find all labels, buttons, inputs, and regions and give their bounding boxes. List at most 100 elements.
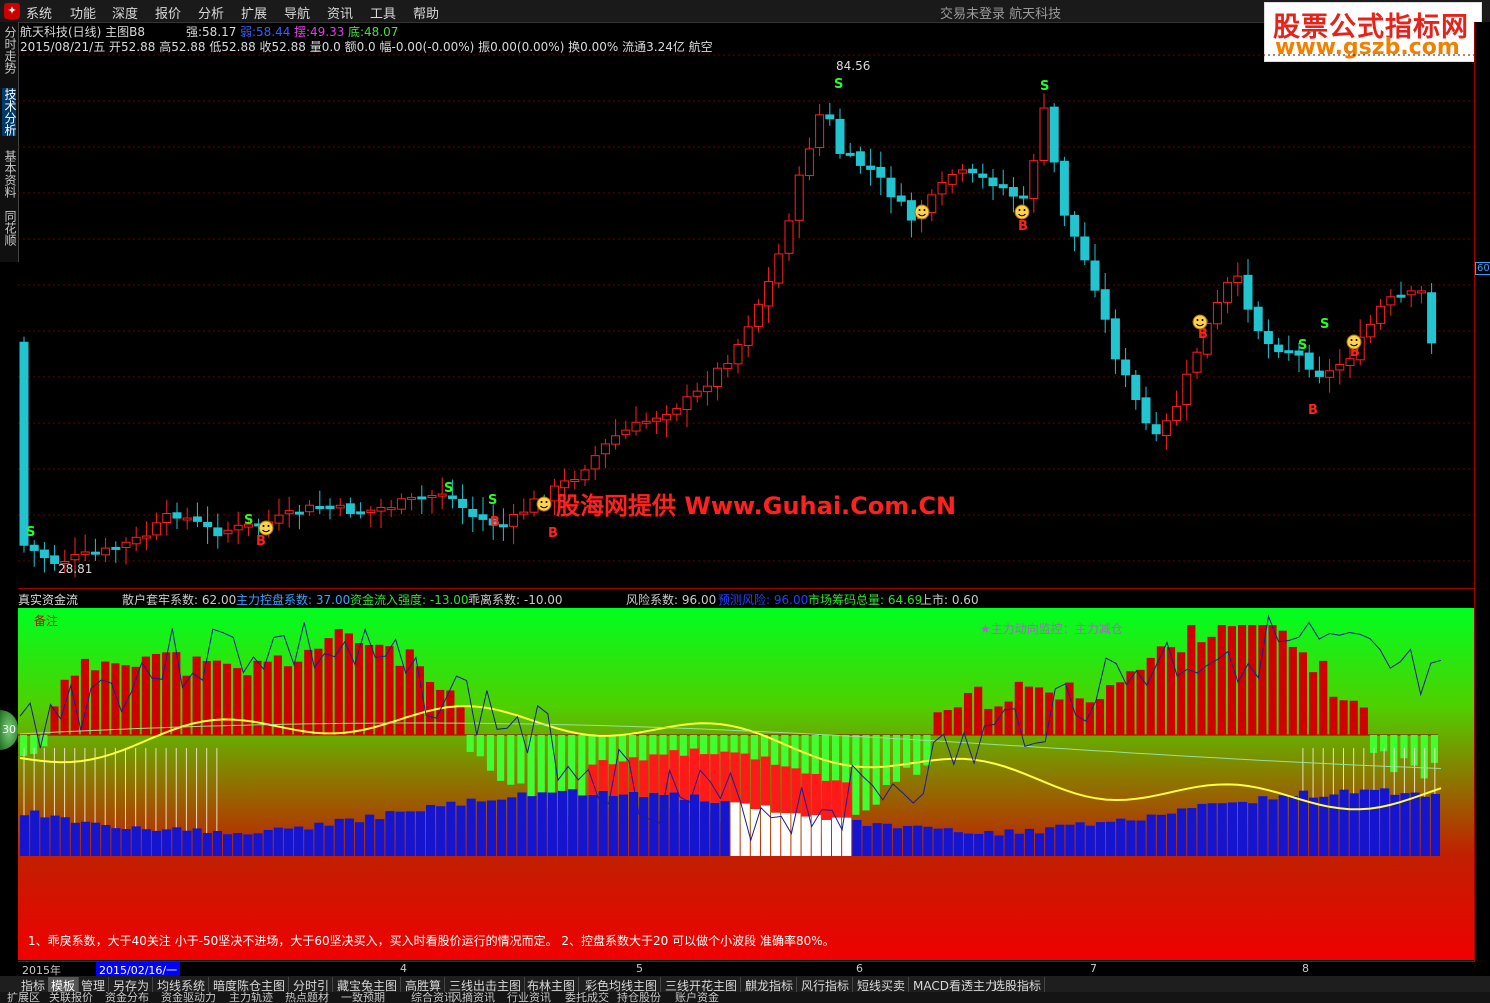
outflow-bar — [476, 735, 484, 757]
candle-body — [611, 435, 621, 445]
menu-item-8[interactable]: 工具 — [370, 3, 396, 22]
menu-item-6[interactable]: 导航 — [284, 3, 310, 22]
menu-item-4[interactable]: 分析 — [198, 3, 224, 22]
menu-item-7[interactable]: 资讯 — [327, 3, 353, 22]
sub-metric-label: 上市: — [920, 593, 952, 607]
side-tab-intraday[interactable]: 分时走势 — [2, 26, 17, 74]
bottom-tab-8[interactable]: 风摘资讯 — [448, 992, 498, 1003]
inflow-bar — [344, 633, 353, 735]
smiley-icon — [258, 520, 274, 536]
bottom-tab-3[interactable]: 资金驱动力 — [158, 992, 219, 1003]
zoom-circle-badge[interactable]: 30 — [0, 710, 18, 750]
side-tab-tonghuashun[interactable]: 同花顺 — [2, 210, 17, 246]
menu-item-0[interactable]: 系统 — [26, 3, 52, 22]
holding-bar — [639, 796, 649, 856]
bottom-tab-0[interactable]: 扩展区 — [4, 992, 43, 1003]
holding-bar — [852, 819, 862, 856]
menu-item-1[interactable]: 功能 — [70, 3, 96, 22]
date-axis-month-may: 5 — [636, 962, 643, 975]
candle-body — [662, 414, 672, 421]
holding-bar — [1410, 792, 1420, 856]
holding-bar — [1116, 818, 1126, 856]
candle-body — [519, 511, 529, 515]
candle-body — [723, 363, 733, 370]
date-axis[interactable]: 2015年 2015/02/16/一 4 5 6 7 8 — [18, 961, 1474, 978]
bottom-tab-6[interactable]: 一致预期 — [338, 992, 388, 1003]
holding-bar — [101, 825, 111, 856]
outflow-bar — [862, 735, 870, 811]
bottom-tab-12[interactable]: 账户资金 — [672, 992, 722, 1003]
holding-bar — [497, 799, 507, 856]
sub-metric-label: 主力控盘系数: — [236, 593, 316, 607]
sub-indicator-name: 真实资金流 — [18, 593, 79, 607]
menu-item-5[interactable]: 扩展 — [241, 3, 267, 22]
inflow-bar — [933, 712, 942, 735]
holding-bar — [913, 825, 923, 856]
holding-bar — [182, 830, 192, 856]
holding-bar — [994, 835, 1004, 856]
inflow-bar — [111, 663, 120, 735]
holding-bar — [689, 794, 700, 856]
holding-bar — [1055, 824, 1065, 856]
holding-bar — [771, 812, 781, 856]
inflow-bar — [162, 652, 171, 735]
bottom-tab-1[interactable]: 关联报价 — [46, 992, 96, 1003]
menu-item-9[interactable]: 帮助 — [413, 3, 439, 22]
holding-bar — [354, 822, 365, 856]
menu-item-3[interactable]: 报价 — [155, 3, 181, 22]
candle-body — [651, 417, 661, 422]
right-axis[interactable]: 60 — [1474, 22, 1490, 962]
holding-bar — [202, 833, 212, 856]
bottom-tab-4[interactable]: 主力轨迹 — [226, 992, 276, 1003]
sell-signal: S — [1320, 317, 1329, 332]
holding-bar — [1177, 808, 1187, 856]
candle-body — [80, 551, 90, 555]
candle-body — [631, 421, 641, 432]
smiley-icon — [1014, 204, 1030, 220]
holding-bar — [263, 829, 273, 856]
side-tab-technical[interactable]: 技术分析 — [2, 88, 17, 136]
bottom-tab-2[interactable]: 资金分布 — [102, 992, 152, 1003]
bottom-tab-5[interactable]: 热点题材 — [282, 992, 332, 1003]
candle-body — [1386, 296, 1396, 306]
date-axis-month-apr: 4 — [400, 962, 407, 975]
candle-body — [407, 496, 417, 500]
price-chart-panel[interactable]: 84.56 28.81 S S S S S S S S B B B B B B B 航天科技(日线) 主图B8 … — [18, 22, 1474, 589]
candle-body — [978, 173, 988, 178]
holding-bar — [405, 811, 415, 856]
holding-bar — [273, 827, 283, 856]
bottom-tab-9[interactable]: 行业资讯 — [504, 992, 554, 1003]
inflow-bar — [354, 643, 364, 735]
holding-bar — [1014, 833, 1024, 856]
bottom-tab-11[interactable]: 持仓股份 — [614, 992, 664, 1003]
capital-flow-panel[interactable] — [18, 608, 1474, 960]
sub-metric-label: 风险系数: — [626, 593, 682, 607]
candle-body — [386, 507, 396, 511]
holding-bar — [50, 815, 60, 856]
sub-metric-value: 37.00 — [315, 593, 351, 607]
candle-body — [121, 541, 131, 548]
side-tab-fundamental[interactable]: 基本资料 — [2, 150, 17, 198]
candle-body — [855, 151, 865, 166]
inflow-bar — [1207, 636, 1216, 735]
app-logo-icon[interactable]: ✦ — [4, 3, 20, 19]
candle-body — [1070, 214, 1080, 237]
candle-body — [305, 504, 315, 513]
bottom-tab-10[interactable]: 委托成交 — [562, 992, 612, 1003]
outflow-bar — [892, 735, 901, 782]
holding-bar — [385, 811, 395, 856]
candle-body — [101, 547, 111, 556]
holding-bar — [892, 828, 903, 856]
sub-metric-value: -13.00 — [429, 593, 469, 607]
holding-bar — [91, 822, 101, 856]
holding-bar — [1430, 793, 1440, 856]
capital-flow-chart[interactable] — [18, 608, 1474, 960]
candle-body — [1253, 306, 1263, 332]
menu-item-2[interactable]: 深度 — [112, 3, 138, 22]
candle-body — [1304, 352, 1314, 370]
candle-body — [764, 281, 774, 307]
holding-bar — [760, 805, 771, 856]
candle-body — [1049, 106, 1059, 163]
inflow-bar — [1095, 699, 1105, 735]
holding-bar — [395, 811, 405, 856]
